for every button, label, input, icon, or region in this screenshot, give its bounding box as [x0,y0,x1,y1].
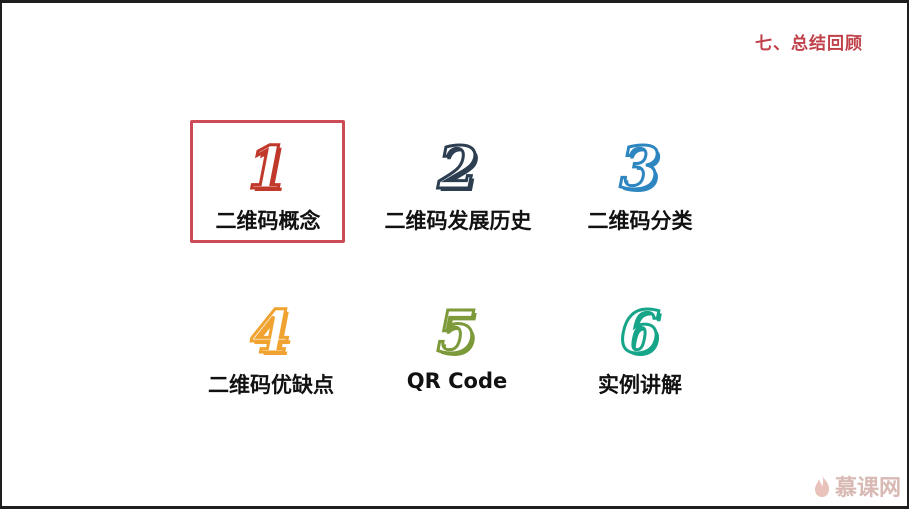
item-label-1: 二维码概念 [215,209,321,233]
item-label-6: 实例讲解 [598,373,682,397]
item-number-1: 1 [246,134,289,202]
watermark-logo: 慕课网 [813,470,901,502]
item-number-6: 6 [618,298,661,366]
section-title: 七、总结回顾 [755,34,863,54]
flame-icon [814,475,829,497]
toc-item-2[interactable]: 2 二维码发展历史 [358,134,558,235]
item-number-2: 2 [436,134,479,202]
item-label-2: 二维码发展历史 [384,209,532,233]
slide: 七、总结回顾 1 二维码概念 2 二维码发展历史 3 二维码分类 4 二维码优缺… [2,3,907,506]
watermark-text: 慕课网 [834,476,901,501]
toc-item-4[interactable]: 4 二维码优缺点 [171,298,371,399]
toc-item-6[interactable]: 6 实例讲解 [540,298,740,399]
item-label-3: 二维码分类 [587,209,693,233]
item-label-4: 二维码优缺点 [208,373,334,397]
toc-item-1[interactable]: 1 二维码概念 [168,134,368,235]
item-number-3: 3 [618,134,661,202]
toc-item-3[interactable]: 3 二维码分类 [540,134,740,235]
item-label-5: QR Code [406,369,508,393]
item-number-5: 5 [435,298,478,366]
item-number-4: 4 [249,298,292,366]
toc-item-5[interactable]: 5 QR Code [357,298,557,394]
